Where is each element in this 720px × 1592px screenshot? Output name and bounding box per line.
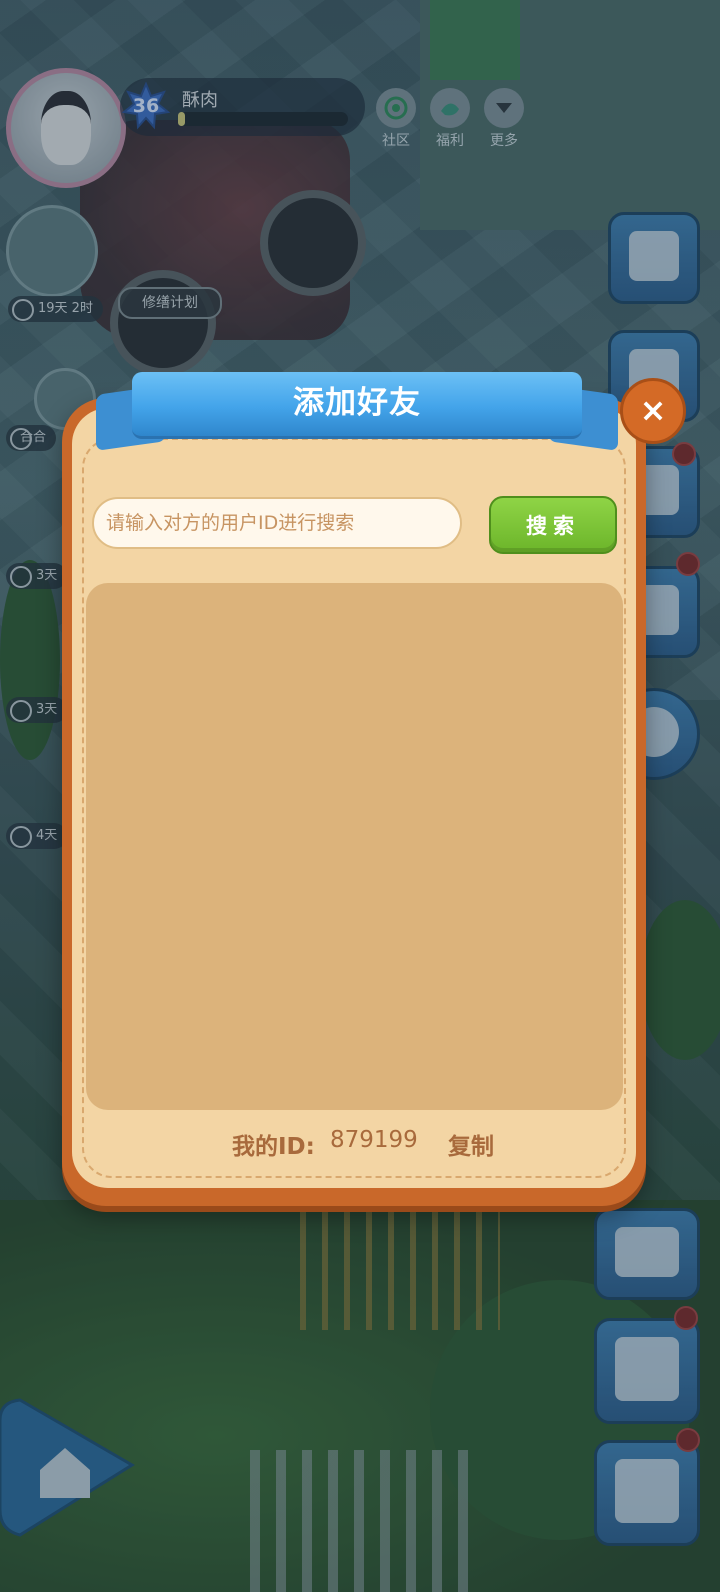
user-id-search-input[interactable] — [92, 497, 462, 549]
my-id-value: 879199 — [330, 1127, 418, 1153]
title-ribbon: 添加好友 — [132, 372, 582, 439]
close-button[interactable]: × — [620, 378, 686, 444]
search-results-panel — [86, 583, 623, 1110]
search-button[interactable]: 搜索 — [489, 496, 617, 554]
my-id-label: 我的ID: — [232, 1134, 315, 1160]
dialog-title: 添加好友 — [293, 385, 421, 421]
close-icon: × — [639, 391, 667, 429]
copy-id-button[interactable]: 复制 — [448, 1127, 494, 1161]
